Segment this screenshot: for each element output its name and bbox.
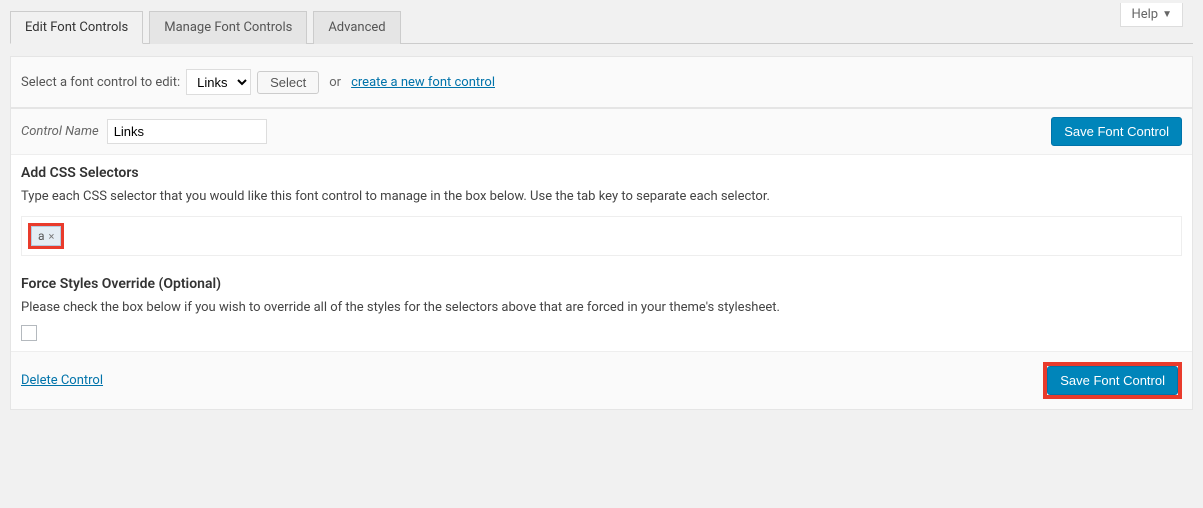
tab-advanced[interactable]: Advanced (313, 11, 400, 44)
create-new-font-control-link[interactable]: create a new font control (351, 75, 495, 90)
save-font-control-button-bottom[interactable]: Save Font Control (1047, 366, 1178, 395)
force-override-desc: Please check the box below if you wish t… (21, 300, 1182, 315)
force-override-heading: Force Styles Override (Optional) (21, 276, 1182, 292)
force-styles-override-section: Force Styles Override (Optional) Please … (11, 266, 1192, 351)
control-header: Control Name Save Font Control (11, 109, 1192, 155)
control-name-input[interactable] (107, 119, 267, 144)
chevron-down-icon: ▼ (1162, 9, 1172, 20)
tab-edit-font-controls[interactable]: Edit Font Controls (10, 11, 143, 44)
font-control-panel: Control Name Save Font Control Add CSS S… (10, 108, 1193, 410)
highlight-annotation: a × (28, 223, 64, 249)
selector-chip-label: a (38, 229, 45, 243)
help-label: Help (1131, 7, 1158, 22)
tab-bar: Edit Font Controls Manage Font Controls … (10, 10, 1193, 44)
or-text: or (329, 75, 341, 90)
save-font-control-button-top[interactable]: Save Font Control (1051, 117, 1182, 146)
font-control-select[interactable]: Links (186, 69, 251, 95)
add-css-selectors-desc: Type each CSS selector that you would li… (21, 189, 1182, 204)
highlight-annotation: Save Font Control (1043, 362, 1182, 399)
panel-footer: Delete Control Save Font Control (11, 351, 1192, 409)
selector-chip[interactable]: a × (31, 226, 61, 246)
remove-selector-icon[interactable]: × (49, 230, 55, 243)
control-name-label: Control Name (21, 124, 99, 139)
add-css-selectors-heading: Add CSS Selectors (21, 165, 1182, 181)
help-tab[interactable]: Help ▼ (1120, 3, 1183, 27)
delete-control-link[interactable]: Delete Control (21, 373, 103, 388)
font-control-selector-bar: Select a font control to edit: Links Sel… (10, 56, 1193, 108)
force-override-checkbox[interactable] (21, 325, 37, 341)
selector-label: Select a font control to edit: (21, 75, 180, 90)
select-button[interactable]: Select (257, 71, 319, 94)
tab-manage-font-controls[interactable]: Manage Font Controls (149, 11, 307, 44)
add-css-selectors-section: Add CSS Selectors Type each CSS selector… (11, 155, 1192, 266)
css-selector-input[interactable]: a × (21, 216, 1182, 256)
